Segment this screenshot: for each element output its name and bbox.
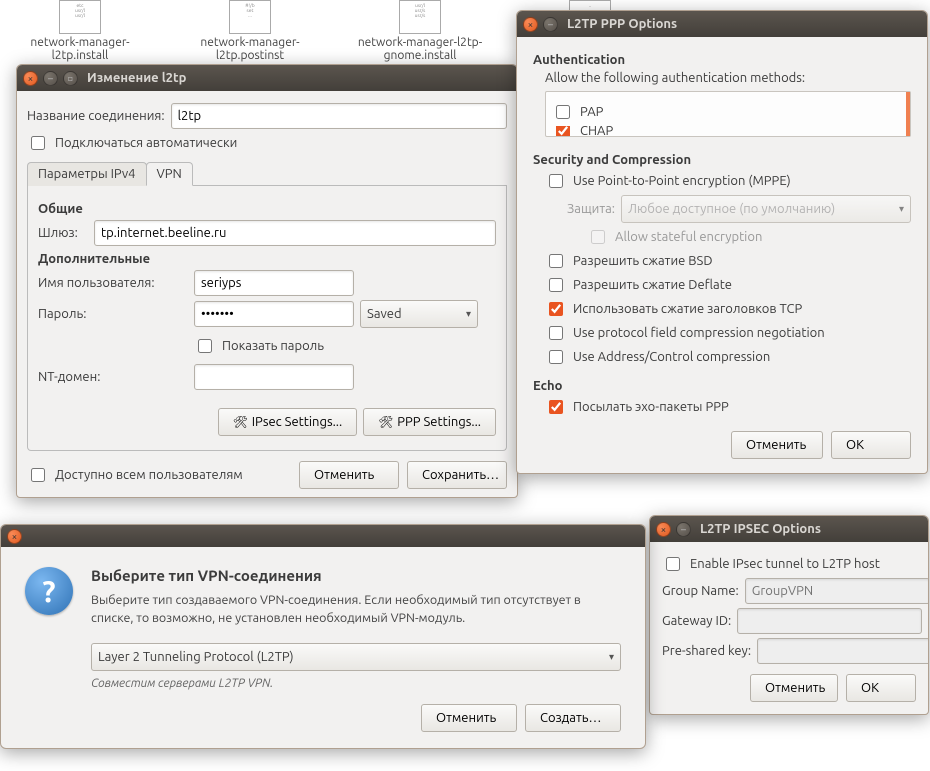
section-general: Общие (38, 202, 496, 216)
ntdomain-label: NT-домен: (38, 370, 188, 384)
echo-checkbox[interactable] (549, 400, 563, 414)
auth-pap-checkbox[interactable] (556, 105, 570, 119)
desktop-file[interactable]: etcusr/lusr/l network-manager-l2tp.insta… (10, 0, 150, 62)
gateway-label: Шлюз: (38, 226, 88, 240)
chevron-down-icon: ▾ (899, 203, 904, 215)
ppp-options-window: L2TP PPP Options Authentication Allow th… (516, 10, 928, 474)
show-password-checkbox[interactable] (198, 339, 212, 353)
enable-ipsec-checkbox[interactable] (666, 557, 680, 571)
gateway-id-label: Gateway ID: (662, 614, 731, 628)
ok-button[interactable]: OK (846, 674, 916, 702)
auth-desc: Allow the following authentication metho… (545, 71, 911, 85)
acc-checkbox[interactable] (549, 350, 563, 364)
auth-methods-list[interactable]: PAP CHAP (545, 91, 911, 137)
connection-name-input[interactable] (171, 103, 507, 129)
window-title: Изменение l2tp (87, 71, 511, 85)
cancel-button[interactable]: Отменить (299, 461, 399, 489)
gateway-id-input (737, 608, 922, 634)
protect-combo: Любое доступное (по умолчанию)▾ (621, 195, 911, 223)
minimize-icon[interactable] (543, 17, 558, 32)
minimize-icon[interactable] (43, 71, 58, 86)
password-input[interactable] (194, 301, 354, 327)
vpn-type-combo[interactable]: Layer 2 Tunneling Protocol (L2TP) ▾ (91, 643, 621, 671)
stateful-checkbox (591, 230, 605, 244)
bsd-checkbox[interactable] (549, 254, 563, 268)
desktop-file[interactable]: usr/lusr/susr/s network-manager-l2tp-gno… (350, 0, 490, 62)
dialog-heading: Выберите тип VPN-соединения (91, 567, 621, 584)
chevron-down-icon: ▾ (609, 651, 614, 663)
edit-connection-window: Изменение l2tp Название соединения: Подк… (16, 64, 518, 498)
ok-button[interactable]: OK (831, 431, 911, 459)
scrollbar[interactable] (906, 92, 910, 136)
section-echo: Echo (533, 379, 911, 393)
wrench-icon: 🛠 (378, 415, 392, 429)
window-title: L2TP PPP Options (567, 17, 921, 31)
pfc-checkbox[interactable] (549, 326, 563, 340)
ntdomain-input[interactable] (194, 364, 354, 390)
username-label: Имя пользователя: (38, 276, 188, 290)
mppe-checkbox[interactable] (549, 174, 563, 188)
close-icon[interactable] (656, 522, 671, 537)
titlebar[interactable] (1, 525, 645, 547)
titlebar[interactable]: L2TP IPSEC Options (650, 516, 928, 542)
psk-input (757, 638, 929, 664)
titlebar[interactable]: Изменение l2tp (17, 65, 517, 91)
protect-label: Защита: (567, 202, 615, 216)
password-mode-combo[interactable]: Saved▾ (360, 300, 478, 328)
cancel-button[interactable]: Отменить (731, 431, 823, 459)
question-icon: ? (25, 567, 73, 615)
autoconnect-label: Подключаться автоматически (55, 136, 237, 150)
section-optional: Дополнительные (38, 252, 496, 266)
psk-label: Pre-shared key: (662, 644, 751, 658)
ppp-settings-button[interactable]: 🛠 PPP Settings... (363, 408, 496, 436)
tab-ipv4[interactable]: Параметры IPv4 (27, 162, 147, 186)
section-security: Security and Compression (533, 153, 911, 167)
gateway-input[interactable] (94, 220, 496, 246)
allusers-checkbox[interactable] (31, 468, 45, 482)
cancel-button[interactable]: Отменить (421, 704, 517, 732)
create-button[interactable]: Создать… (525, 704, 621, 732)
titlebar[interactable]: L2TP PPP Options (517, 11, 927, 37)
ipsec-options-window: L2TP IPSEC Options Enable IPsec tunnel t… (649, 515, 929, 715)
show-password-label: Показать пароль (222, 339, 324, 353)
tab-vpn[interactable]: VPN (146, 162, 193, 186)
save-button[interactable]: Сохранить… (407, 461, 507, 489)
vpn-type-dialog: ? Выберите тип VPN-соединения Выберите т… (0, 524, 646, 749)
close-icon[interactable] (7, 529, 22, 544)
autoconnect-checkbox[interactable] (31, 136, 45, 150)
ipsec-settings-button[interactable]: 🛠 IPsec Settings... (218, 408, 357, 436)
vpn-type-note: Совместим серверами L2TP VPN. (91, 677, 621, 690)
chevron-down-icon: ▾ (466, 308, 471, 320)
close-icon[interactable] (23, 71, 38, 86)
connection-name-label: Название соединения: (27, 109, 165, 123)
window-title: L2TP IPSEC Options (700, 522, 922, 536)
username-input[interactable] (194, 270, 354, 296)
section-auth: Authentication (533, 53, 911, 67)
group-name-label: Group Name: (662, 584, 739, 598)
group-name-input (745, 578, 929, 604)
maximize-icon[interactable] (63, 71, 78, 86)
dialog-description: Выберите тип создаваемого VPN-соединения… (91, 592, 621, 627)
password-label: Пароль: (38, 307, 188, 321)
close-icon[interactable] (523, 17, 538, 32)
auth-chap-checkbox[interactable] (556, 126, 570, 136)
allusers-label: Доступно всем пользователям (55, 468, 243, 482)
cancel-button[interactable]: Отменить (750, 674, 838, 702)
tcpheader-checkbox[interactable] (549, 302, 563, 316)
minimize-icon[interactable] (676, 522, 691, 537)
deflate-checkbox[interactable] (549, 278, 563, 292)
desktop-file[interactable]: #!/bset... network-manager-l2tp.postinst (180, 0, 320, 62)
wrench-icon: 🛠 (233, 415, 247, 429)
